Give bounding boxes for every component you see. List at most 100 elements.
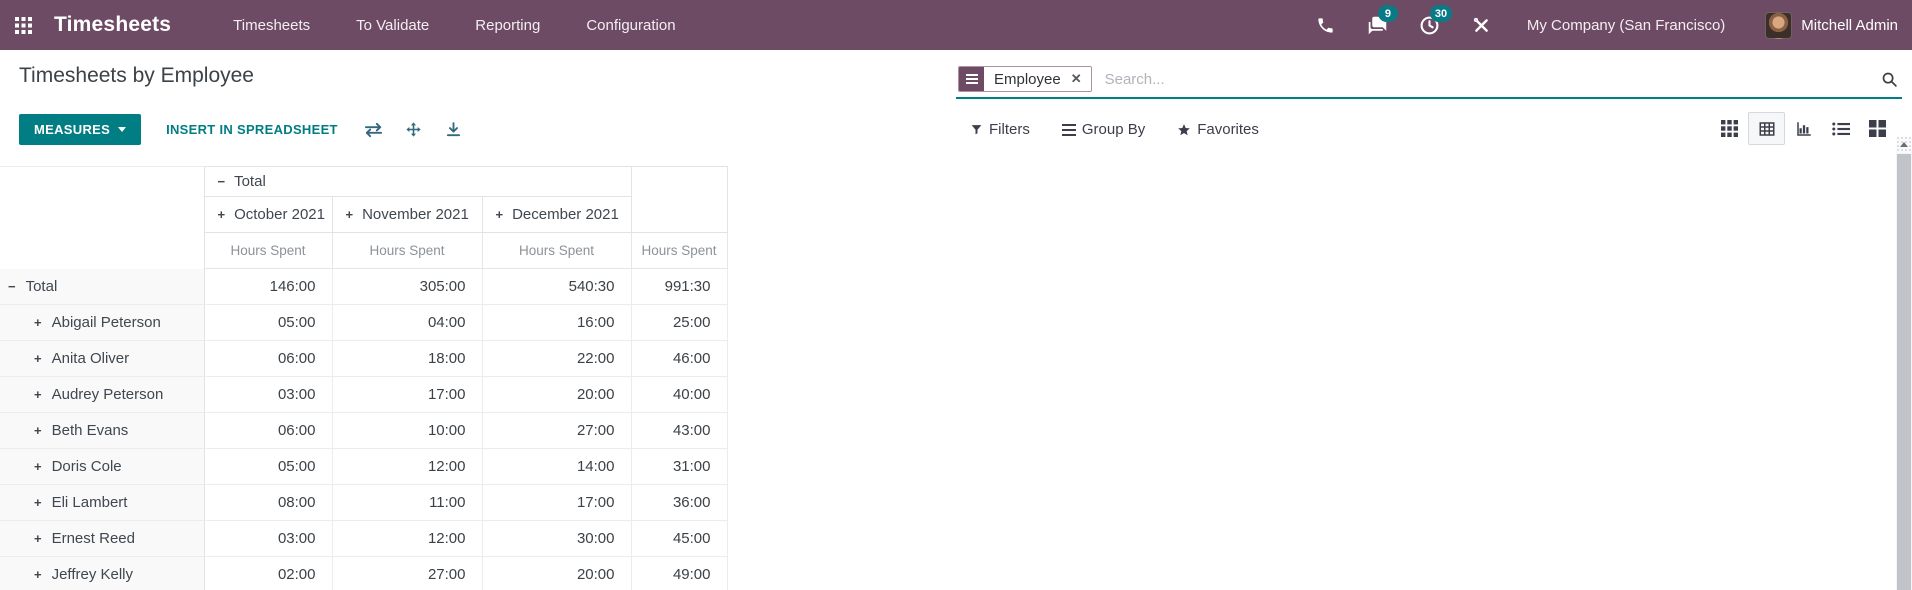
cell: 540:30 <box>482 269 631 305</box>
view-kanban-button[interactable] <box>1859 112 1896 145</box>
row-header-employee[interactable]: +Eli Lambert <box>0 485 204 521</box>
facet-label: Employee <box>984 67 1069 91</box>
view-grid-button[interactable] <box>1711 112 1748 145</box>
cell: 25:00 <box>631 305 727 341</box>
expand-all-icon[interactable] <box>404 120 424 140</box>
table-row: +Abigail Peterson 05:00 04:00 16:00 25:0… <box>0 305 727 341</box>
favorites-label: Favorites <box>1197 121 1259 138</box>
menu-configuration[interactable]: Configuration <box>586 17 675 34</box>
col-header-november[interactable]: +November 2021 <box>332 197 482 233</box>
expand-icon[interactable]: + <box>34 567 42 582</box>
row-header-employee[interactable]: +Abigail Peterson <box>0 305 204 341</box>
cell: 991:30 <box>631 269 727 305</box>
row-header-employee[interactable]: +Ernest Reed <box>0 521 204 557</box>
user-menu[interactable]: Mitchell Admin <box>1765 12 1898 39</box>
measures-button[interactable]: MEASURES <box>19 114 141 145</box>
row-header-employee[interactable]: +Beth Evans <box>0 413 204 449</box>
cell: 22:00 <box>482 341 631 377</box>
view-graph-button[interactable] <box>1785 112 1822 145</box>
measure-header[interactable]: Hours Spent <box>332 233 482 269</box>
view-list-button[interactable] <box>1822 112 1859 145</box>
expand-icon[interactable]: + <box>34 387 42 402</box>
avatar <box>1765 12 1792 39</box>
expand-icon[interactable]: + <box>496 207 504 222</box>
voip-phone-icon[interactable] <box>1313 12 1339 38</box>
table-row: +Anita Oliver 06:00 18:00 22:00 46:00 <box>0 341 727 377</box>
cell: 12:00 <box>332 521 482 557</box>
activities-clock-icon[interactable]: 30 <box>1417 12 1443 38</box>
cell: 27:00 <box>332 557 482 590</box>
pivot-table-container: −Total +October 2021 +November 2021 +Dec… <box>0 166 728 590</box>
row-header-employee[interactable]: +Audrey Peterson <box>0 377 204 413</box>
table-row: +Audrey Peterson 03:00 17:00 20:00 40:00 <box>0 377 727 413</box>
col-header-grand-total[interactable] <box>631 167 727 233</box>
facet-remove-icon[interactable]: ✕ <box>1069 67 1091 91</box>
cell: 43:00 <box>631 413 727 449</box>
cell: 03:00 <box>204 521 332 557</box>
menu-timesheets[interactable]: Timesheets <box>233 17 310 34</box>
company-selector[interactable]: My Company (San Francisco) <box>1527 17 1725 34</box>
expand-icon[interactable]: + <box>34 531 42 546</box>
group-by-bars-icon <box>1062 124 1076 136</box>
top-nav: Timesheets Timesheets To Validate Report… <box>0 0 1912 50</box>
measure-header[interactable]: Hours Spent <box>204 233 332 269</box>
filter-funnel-icon <box>970 123 983 136</box>
insert-in-spreadsheet-button[interactable]: INSERT IN SPREADSHEET <box>166 122 338 137</box>
page-title: Timesheets by Employee <box>19 64 254 88</box>
cell: 146:00 <box>204 269 332 305</box>
favorites-menu[interactable]: Favorites <box>1177 121 1259 138</box>
search-icon[interactable] <box>1876 71 1902 88</box>
cell: 14:00 <box>482 449 631 485</box>
scrollbar-thumb[interactable] <box>1897 154 1911 590</box>
messages-icon[interactable]: 9 <box>1365 12 1391 38</box>
cell: 04:00 <box>332 305 482 341</box>
expand-icon[interactable]: + <box>34 495 42 510</box>
pivot-corner-cell <box>0 167 204 269</box>
menu-reporting[interactable]: Reporting <box>475 17 540 34</box>
groupby-facet-employee[interactable]: Employee ✕ <box>958 66 1092 92</box>
cell: 30:00 <box>482 521 631 557</box>
table-row: +Eli Lambert 08:00 11:00 17:00 36:00 <box>0 485 727 521</box>
flip-axis-icon[interactable] <box>364 120 384 140</box>
measures-label: MEASURES <box>34 122 110 137</box>
expand-icon[interactable]: + <box>34 459 42 474</box>
expand-icon[interactable]: + <box>34 423 42 438</box>
collapse-icon[interactable]: − <box>8 279 16 294</box>
expand-icon[interactable]: + <box>34 315 42 330</box>
messages-badge: 9 <box>1378 5 1398 22</box>
col-header-october[interactable]: +October 2021 <box>204 197 332 233</box>
cell: 03:00 <box>204 377 332 413</box>
scroll-up-arrow[interactable] <box>1896 136 1912 153</box>
search-input[interactable] <box>1105 71 1876 88</box>
download-icon[interactable] <box>444 120 464 140</box>
filters-menu[interactable]: Filters <box>970 121 1030 138</box>
row-header-employee[interactable]: +Jeffrey Kelly <box>0 557 204 590</box>
grid-icon <box>15 17 32 34</box>
vertical-scrollbar[interactable] <box>1896 136 1912 590</box>
app-brand[interactable]: Timesheets <box>54 13 171 37</box>
cell: 40:00 <box>631 377 727 413</box>
collapse-icon[interactable]: − <box>218 174 226 189</box>
view-pivot-button[interactable] <box>1748 112 1785 145</box>
pivot-toolbar: MEASURES INSERT IN SPREADSHEET <box>19 114 464 145</box>
col-header-december[interactable]: +December 2021 <box>482 197 631 233</box>
expand-icon[interactable]: + <box>346 207 354 222</box>
cell: 06:00 <box>204 413 332 449</box>
col-header-total[interactable]: −Total <box>204 167 631 197</box>
developer-tools-icon[interactable] <box>1469 12 1495 38</box>
measure-header[interactable]: Hours Spent <box>631 233 727 269</box>
row-header-total[interactable]: −Total <box>0 269 204 305</box>
expand-icon[interactable]: + <box>34 351 42 366</box>
apps-menu-icon[interactable] <box>0 0 46 50</box>
group-by-menu[interactable]: Group By <box>1062 121 1145 138</box>
row-header-employee[interactable]: +Anita Oliver <box>0 341 204 377</box>
chevron-down-icon <box>118 127 126 132</box>
expand-icon[interactable]: + <box>218 207 226 222</box>
cell: 02:00 <box>204 557 332 590</box>
cell: 36:00 <box>631 485 727 521</box>
measure-header[interactable]: Hours Spent <box>482 233 631 269</box>
cell: 05:00 <box>204 305 332 341</box>
menu-to-validate[interactable]: To Validate <box>356 17 429 34</box>
row-header-employee[interactable]: +Doris Cole <box>0 449 204 485</box>
star-icon <box>1177 123 1191 137</box>
